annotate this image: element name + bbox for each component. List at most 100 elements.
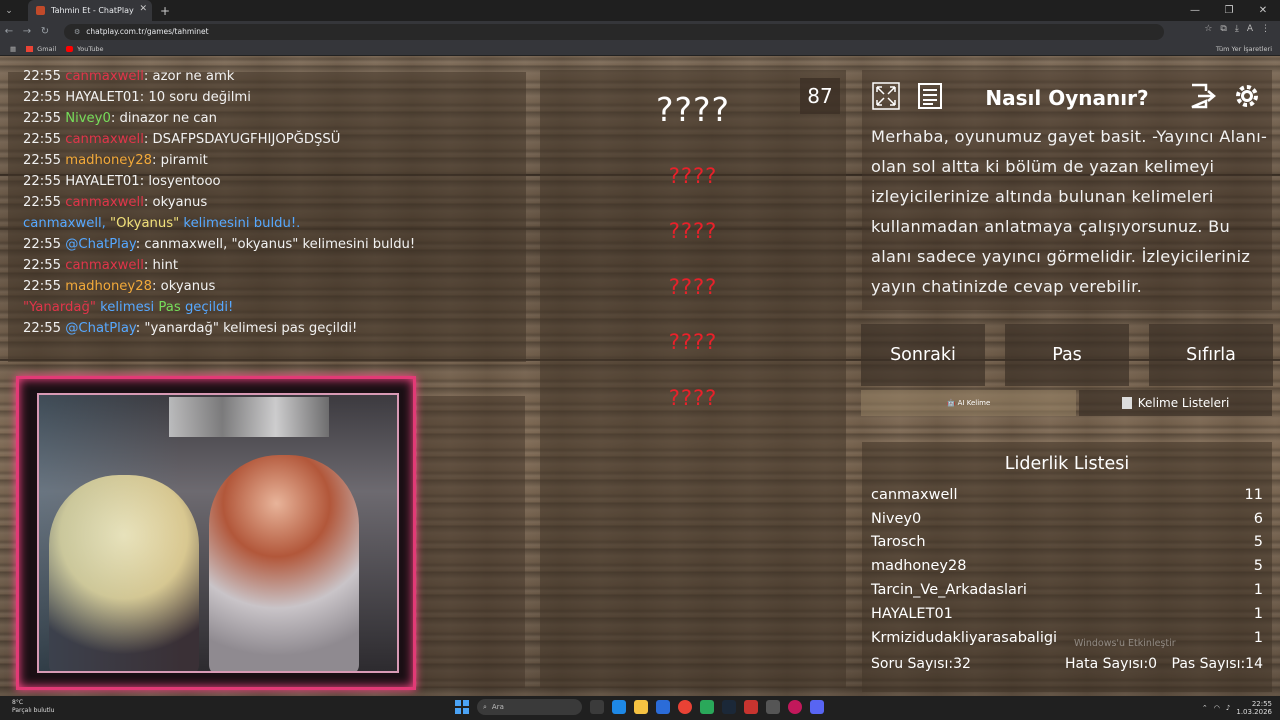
- next-button[interactable]: Sonraki: [861, 324, 985, 386]
- copilot-icon[interactable]: [612, 700, 626, 714]
- favicon-icon: [36, 6, 45, 15]
- ai-word-label: AI Kelime: [957, 399, 991, 407]
- tab-title: Tahmin Et - ChatPlay: [51, 6, 134, 15]
- window-controls: — ❐ ✕: [1178, 0, 1280, 21]
- apps-icon[interactable]: ▦: [10, 45, 16, 53]
- start-icon[interactable]: [455, 700, 469, 714]
- how-to-play-text: Merhaba, oyunumuz gayet basit. -Yayıncı …: [871, 127, 1268, 296]
- webcam-video: [37, 393, 399, 673]
- extensions-icon[interactable]: ⧉: [1220, 24, 1226, 34]
- minimize-icon[interactable]: —: [1178, 0, 1212, 21]
- bookmark-gmail[interactable]: Gmail: [26, 45, 56, 53]
- volume-icon[interactable]: ♪: [1226, 704, 1230, 712]
- youtube-icon: [66, 45, 74, 52]
- weather-widget[interactable]: 8°C Parçalı bulutlu: [12, 699, 54, 715]
- leaderboard-row: Tarosch 5: [871, 534, 1263, 550]
- app-icon[interactable]: [744, 700, 758, 714]
- system-tray: ⌃ ◠ ♪ 22:55 1.03.2026: [1202, 700, 1272, 716]
- word-panel: ???? 87 ???? ???? ???? ???? ????: [540, 70, 846, 688]
- opera-icon[interactable]: [788, 700, 802, 714]
- browser-tab[interactable]: Tahmin Et - ChatPlay ✕: [28, 0, 152, 21]
- robot-icon: 🤖: [946, 399, 958, 407]
- notebook-icon: [1121, 397, 1132, 409]
- chat-message: 22:55 canmaxwell: hint: [23, 258, 179, 273]
- game-page: 22:55 canmaxwell: azor ne amk 22:55 HAYA…: [0, 56, 1280, 696]
- logout-button[interactable]: [1184, 78, 1222, 116]
- network-icon[interactable]: ◠: [1214, 704, 1220, 712]
- new-tab-icon[interactable]: +: [160, 4, 170, 18]
- tab-close-icon[interactable]: ✕: [139, 4, 147, 14]
- taskbar-apps: ⌕ Ara: [455, 699, 824, 715]
- list-icon: [918, 82, 942, 109]
- word-lists-button[interactable]: Kelime Listeleri: [1079, 390, 1272, 416]
- streamer-area-panel: [417, 396, 525, 688]
- chat-message: 22:55 canmaxwell: azor ne amk: [23, 69, 235, 84]
- forward-icon[interactable]: →: [18, 26, 36, 37]
- leaderboard-stats: Soru Sayısı:32 Hata Sayısı:0 Pas Sayısı:…: [871, 656, 1263, 678]
- chat-message: 22:55 madhoney28: piramit: [23, 153, 208, 168]
- ai-word-button[interactable]: 🤖 AI Kelime: [861, 390, 1076, 416]
- bookmarks-bar: ▦ Gmail YouTube Tüm Yer İşaretleri: [0, 42, 1280, 56]
- steam-icon[interactable]: [722, 700, 736, 714]
- task-view-icon[interactable]: [590, 700, 604, 714]
- settings-button[interactable]: [1228, 78, 1266, 116]
- restore-icon[interactable]: ❐: [1212, 0, 1246, 21]
- chat-message: 22:55 HAYALET01: losyentooo: [23, 174, 221, 189]
- bookmark-youtube[interactable]: YouTube: [66, 44, 104, 53]
- chat-bot-message: 22:55 @ChatPlay: canmaxwell, "okyanus" k…: [23, 237, 416, 252]
- rules-list-button[interactable]: [911, 78, 949, 116]
- all-bookmarks[interactable]: Tüm Yer İşaretleri: [1216, 45, 1272, 53]
- question-count: Soru Sayısı:32: [871, 656, 971, 672]
- bookmark-star-icon[interactable]: ☆: [1204, 24, 1212, 34]
- search-icon: ⌕: [483, 702, 487, 711]
- chrome-icon[interactable]: [678, 700, 692, 714]
- chat-message: 22:55 HAYALET01: 10 soru değilmi: [23, 90, 251, 105]
- leaderboard-row: Tarcin_Ve_Arkadaslari 1: [871, 582, 1263, 598]
- close-window-icon[interactable]: ✕: [1246, 0, 1280, 21]
- weather-desc: Parçalı bulutlu: [12, 707, 55, 714]
- fullscreen-icon: [872, 81, 900, 110]
- store-icon[interactable]: [656, 700, 670, 714]
- clock[interactable]: 22:55 1.03.2026: [1236, 700, 1272, 716]
- forbidden-word: ????: [668, 219, 718, 243]
- profile-avatar[interactable]: A: [1247, 24, 1253, 34]
- chat-panel: 22:55 canmaxwell: azor ne amk 22:55 HAYA…: [8, 69, 526, 362]
- fullscreen-button[interactable]: [867, 78, 905, 116]
- chat-message: 22:55 canmaxwell: DSAFPSDAYUGFHIJOPĞDŞSÜ: [23, 132, 341, 147]
- menu-icon[interactable]: ⋮: [1261, 24, 1270, 34]
- leaderboard-row: HAYALET01 1: [871, 606, 1263, 622]
- leaderboard-row: canmaxwell 11: [871, 487, 1263, 503]
- gmail-icon: [26, 45, 34, 52]
- xbox-icon[interactable]: [700, 700, 714, 714]
- taskbar-search[interactable]: ⌕ Ara: [477, 699, 582, 715]
- chat-message: 22:55 canmaxwell: okyanus: [23, 195, 208, 210]
- chat-pass-notice: "Yanardağ" kelimesi Pas geçildi!: [23, 300, 234, 315]
- bookmark-label: YouTube: [77, 44, 104, 53]
- forbidden-word: ????: [668, 386, 718, 410]
- leaderboard-title: Liderlik Listesi: [1004, 454, 1130, 474]
- reload-icon[interactable]: ↻: [36, 26, 54, 37]
- clock-time: 22:55: [1251, 700, 1272, 708]
- reset-button[interactable]: Sıfırla: [1149, 324, 1273, 386]
- back-icon[interactable]: ←: [0, 26, 18, 37]
- file-explorer-icon[interactable]: [634, 700, 648, 714]
- site-info-icon[interactable]: ⚙: [74, 28, 80, 36]
- chat-found-notice: canmaxwell, "Okyanus" kelimesini buldu!.: [23, 216, 301, 231]
- search-placeholder: Ara: [491, 703, 504, 711]
- tab-search-icon[interactable]: ⌄: [0, 0, 18, 21]
- leaderboard-panel: Liderlik Listesi canmaxwell 11 Nivey0 6 Ta…: [862, 442, 1272, 692]
- url-field[interactable]: ⚙ chatplay.com.tr/games/tahminet: [64, 23, 1164, 40]
- discord-icon[interactable]: [810, 700, 824, 714]
- download-icon[interactable]: ⤓: [1235, 24, 1239, 34]
- obs-icon[interactable]: [766, 700, 780, 714]
- leaderboard-row: Nivey0 6: [871, 511, 1263, 527]
- bookmark-label: Gmail: [37, 44, 57, 53]
- tray-overflow-icon[interactable]: ⌃: [1202, 704, 1208, 712]
- toolbar-right: ☆ ⧉ ⤓ A ⋮: [1204, 24, 1270, 34]
- gear-icon: [1236, 84, 1258, 107]
- how-to-play-title: Nasıl Oynanır?: [985, 86, 1149, 110]
- forbidden-word: ????: [668, 275, 718, 299]
- forbidden-word: ????: [668, 164, 718, 188]
- forbidden-word: ????: [668, 330, 718, 354]
- pass-button[interactable]: Pas: [1005, 324, 1129, 386]
